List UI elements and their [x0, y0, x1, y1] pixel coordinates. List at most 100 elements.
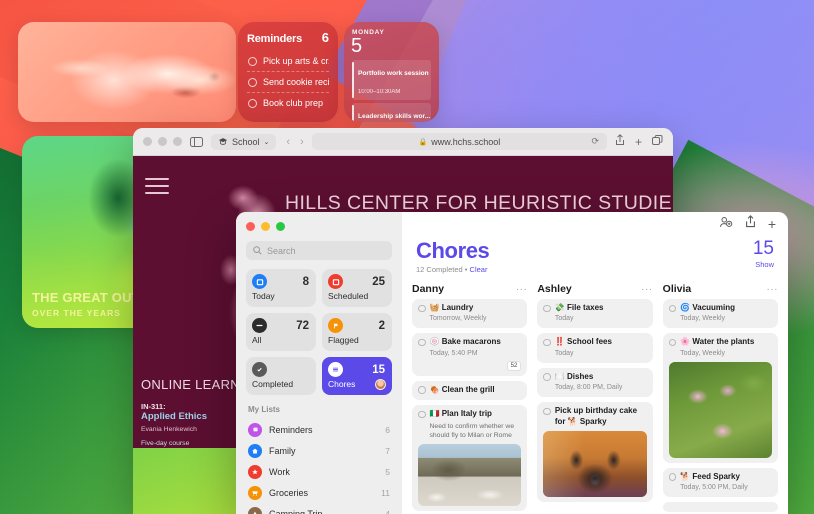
course-card: ONLINE LEARNING IN-311: Applied Ethics E…	[133, 371, 264, 514]
tab-overview-icon[interactable]	[652, 133, 663, 151]
task-item[interactable]: 🐕 Feed Sparky Today, 5:00 PM, Daily	[662, 467, 778, 498]
clear-button[interactable]: Clear	[470, 265, 488, 274]
safari-right-buttons[interactable]: +	[615, 133, 663, 151]
show-completed-button[interactable]: Show	[755, 260, 774, 269]
task-item[interactable]: 🍥 Bake macarons Today, 5:40 PM 52	[412, 333, 528, 376]
reminders-widget-item[interactable]: Send cookie reci...	[247, 72, 329, 93]
task-item[interactable]: Pick up birthday cake for 🐕 Sparky	[537, 402, 653, 503]
list-item-groceries[interactable]: Groceries 11	[246, 482, 392, 503]
task-emoji: 🍥	[429, 337, 440, 347]
close-button[interactable]	[246, 222, 255, 231]
list-item-camping-trip[interactable]: Camping Trip 4	[246, 503, 392, 514]
photos-widget[interactable]	[18, 22, 236, 122]
reminders-widget-item[interactable]: Pick up arts & cr...	[247, 51, 329, 72]
reminders-app-window[interactable]: Search 8 Today 25 Scheduled 72 All 2 Fla…	[236, 212, 788, 514]
search-input[interactable]: Search	[246, 241, 392, 260]
share-icon[interactable]	[615, 133, 625, 151]
window-traffic-lights[interactable]	[143, 137, 182, 146]
list-item-label: Family	[269, 445, 296, 456]
smart-list-count: 2	[378, 319, 385, 332]
smart-list-scheduled[interactable]: 25 Scheduled	[322, 269, 392, 307]
list-item-family[interactable]: Family 7	[246, 440, 392, 461]
back-button[interactable]: ‹	[286, 136, 290, 148]
task-checkbox[interactable]	[668, 338, 677, 347]
minimize-button[interactable]	[261, 222, 270, 231]
window-traffic-lights[interactable]	[246, 222, 392, 231]
maximize-button[interactable]	[173, 137, 182, 146]
task-item[interactable]: 🌸 Water the plants Today, Weekly	[662, 333, 778, 463]
task-photo-sparky[interactable]	[543, 431, 647, 498]
smart-list-label: Flagged	[328, 335, 359, 345]
ellipsis-icon[interactable]: ···	[516, 284, 528, 295]
plus-icon[interactable]: +	[768, 217, 776, 231]
safari-nav-buttons[interactable]: ‹ ›	[286, 136, 303, 148]
task-checkbox[interactable]	[543, 407, 551, 416]
reminders-widget-item[interactable]: Book club prep	[247, 93, 329, 113]
add-people-icon[interactable]	[719, 215, 733, 233]
calendar-widget-event[interactable]: Leadership skills wor... 11AM–12PM	[352, 103, 431, 122]
task-item[interactable]: 🍖 Clean the grill	[412, 380, 528, 401]
search-placeholder: Search	[267, 245, 296, 256]
share-icon[interactable]	[745, 215, 756, 233]
smart-list-completed[interactable]: Completed	[246, 357, 316, 395]
smart-list-count: 25	[372, 275, 385, 288]
task-item-partial[interactable]	[662, 502, 778, 513]
list-item-reminders[interactable]: Reminders 6	[246, 419, 392, 440]
circle-icon[interactable]	[248, 56, 257, 66]
task-item[interactable]: 🧺 Laundry Tomorrow, Weekly	[412, 299, 528, 329]
circle-icon[interactable]	[248, 77, 257, 87]
event-time: 10:00–10:30AM	[358, 89, 401, 95]
reminders-widget-item-label: Pick up arts & cr...	[263, 56, 329, 66]
circle-icon[interactable]	[248, 98, 257, 108]
reminders-widget[interactable]: Reminders 6 Pick up arts & cr... Send co…	[238, 22, 338, 122]
safari-toolbar: School ⌄ ‹ › 🔒 www.hchs.school ⟳ +	[133, 128, 673, 156]
task-checkbox[interactable]	[543, 373, 551, 381]
search-icon	[253, 246, 262, 255]
task-checkbox[interactable]	[668, 304, 677, 312]
calendar-widget[interactable]: MONDAY 5 Portfolio work session 10:00–10…	[344, 22, 439, 122]
smart-list-all[interactable]: 72 All	[246, 313, 316, 351]
new-tab-icon[interactable]: +	[635, 136, 642, 148]
task-item[interactable]: 💸 File taxes Today	[537, 299, 653, 329]
task-photo-flowers[interactable]	[668, 361, 772, 458]
task-item[interactable]: 🌀 Vacuuming Today, Weekly	[662, 299, 778, 329]
task-photo-italy[interactable]	[418, 444, 522, 507]
calendar-widget-event[interactable]: Portfolio work session 10:00–10:30AM	[352, 60, 431, 100]
task-checkbox[interactable]	[418, 386, 426, 394]
address-bar[interactable]: 🔒 www.hchs.school ⟳	[311, 133, 607, 150]
close-button[interactable]	[143, 137, 152, 146]
column-header: Danny ···	[412, 283, 527, 295]
task-item[interactable]: 🇮🇹 Plan Italy trip Need to confirm wheth…	[412, 405, 528, 512]
hamburger-menu-icon[interactable]	[145, 178, 169, 199]
event-title: Leadership skills wor...	[358, 113, 431, 120]
sidebar-icon[interactable]	[190, 136, 203, 147]
maximize-button[interactable]	[276, 222, 285, 231]
list-item-work[interactable]: Work 5	[246, 461, 392, 482]
task-checkbox[interactable]	[543, 304, 551, 312]
task-checkbox[interactable]	[543, 338, 551, 347]
smart-list-label: All	[252, 335, 262, 345]
list-item-label: Groceries	[269, 487, 309, 498]
task-emoji: ‼️	[554, 337, 565, 347]
tab-group-school[interactable]: School ⌄	[211, 133, 277, 150]
reload-icon[interactable]: ⟳	[591, 136, 599, 147]
task-checkbox[interactable]	[418, 338, 426, 347]
task-title: Bake macarons	[441, 337, 501, 347]
course-instructor: Evania Henkewich	[141, 426, 197, 433]
task-checkbox[interactable]	[418, 410, 426, 419]
task-title: Water the plants	[692, 337, 755, 347]
event-color-bar	[352, 62, 354, 98]
task-item[interactable]: 🍽️ Dishes Today, 8:00 PM, Daily	[537, 367, 653, 398]
task-checkbox[interactable]	[418, 304, 426, 312]
task-checkbox[interactable]	[668, 473, 677, 481]
task-item[interactable]: ‼️ School fees Today	[537, 333, 653, 363]
ellipsis-icon[interactable]: ···	[766, 284, 778, 295]
smart-list-today[interactable]: 8 Today	[246, 269, 316, 307]
minimize-button[interactable]	[158, 137, 167, 146]
forward-button[interactable]: ›	[300, 136, 304, 148]
smart-list-chores[interactable]: 15 Chores	[322, 357, 392, 395]
chevron-down-icon[interactable]: ⌄	[264, 138, 270, 146]
ellipsis-icon[interactable]: ···	[641, 284, 653, 295]
smart-list-flagged[interactable]: 2 Flagged	[322, 313, 392, 351]
section-heading: ONLINE LEARNING	[141, 377, 264, 392]
